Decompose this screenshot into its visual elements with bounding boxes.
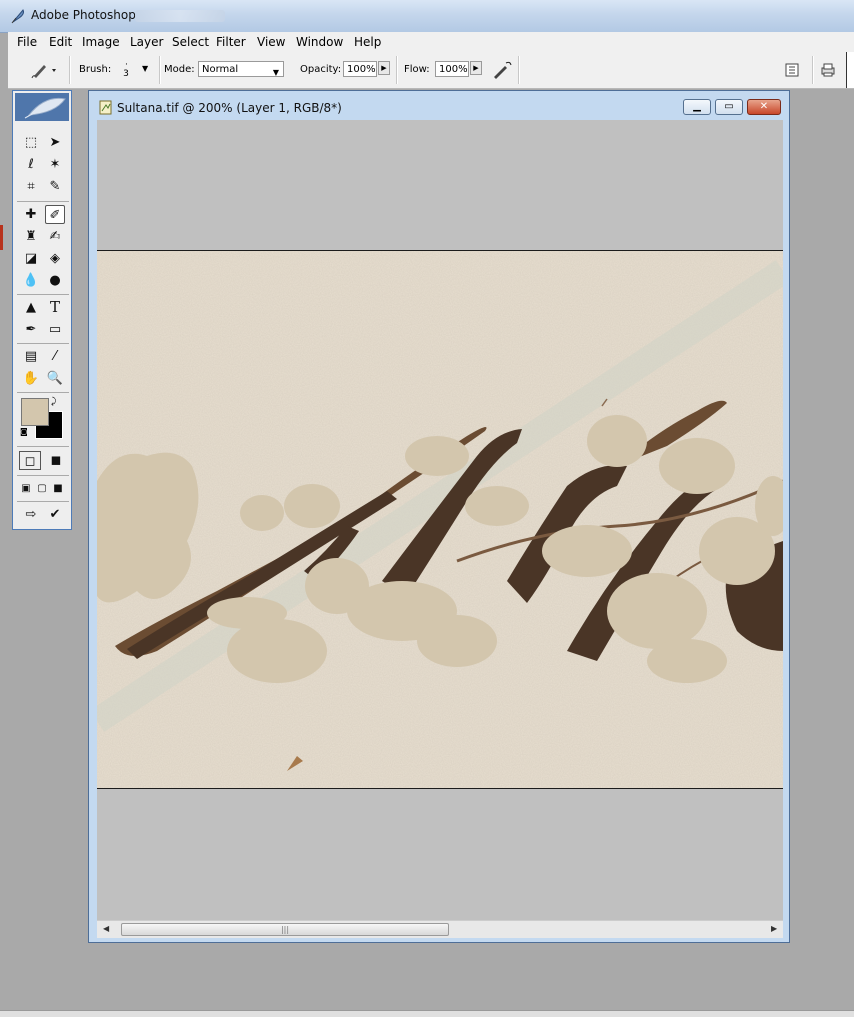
menu-bar: File Edit Image Layer Select Filter View… [8, 32, 854, 53]
screen-mode-full-menu-icon[interactable]: ▢ [35, 479, 49, 498]
app-title: Adobe Photoshop [31, 8, 136, 22]
close-button[interactable]: ✕ [747, 99, 781, 115]
lasso-tool-icon[interactable]: ℓ [21, 155, 41, 174]
palette-well-icon[interactable] [784, 62, 800, 78]
marquee-tool-icon[interactable]: ⬚ [21, 133, 41, 152]
redacted-text [135, 10, 225, 22]
photoshop-feather-icon [11, 9, 24, 24]
menu-filter[interactable]: Filter [216, 35, 246, 49]
canvas-area[interactable] [97, 120, 783, 920]
hand-tool-icon[interactable]: ✋ [21, 369, 41, 388]
horizontal-scrollbar[interactable]: ◀ ||| ▶ [97, 920, 783, 938]
menu-help[interactable]: Help [354, 35, 381, 49]
document-file-icon [99, 100, 112, 115]
shape-tool-icon[interactable]: ▭ [45, 320, 65, 339]
move-tool-icon[interactable]: ➤ [45, 133, 65, 152]
brush-tool-icon[interactable]: ✐ [45, 205, 65, 224]
flow-slider-button[interactable]: ▶ [470, 61, 482, 75]
separator [17, 475, 69, 476]
opacity-label: Opacity: [300, 64, 342, 75]
tools-header [15, 93, 69, 121]
menu-file[interactable]: File [17, 35, 37, 49]
menu-view[interactable]: View [257, 35, 285, 49]
minimize-button[interactable]: ▁ [683, 99, 711, 115]
separator [159, 56, 161, 84]
notes-tool-icon[interactable]: ▤ [21, 347, 41, 366]
mode-value: Normal [202, 64, 239, 75]
options-bar: Brush: · 3 ▼ Mode: Normal ▼ Opacity: 100… [8, 52, 854, 89]
print-icon[interactable] [820, 62, 836, 78]
scroll-right-icon[interactable]: ▶ [771, 924, 777, 933]
opacity-field[interactable]: 100% [343, 61, 377, 77]
separator [17, 392, 69, 393]
flow-field[interactable]: 100% [435, 61, 469, 77]
dodge-tool-icon[interactable]: ● [45, 271, 65, 290]
separator [812, 56, 814, 84]
brush-preset-icon[interactable] [28, 60, 58, 80]
default-colors-icon[interactable]: ◙ [20, 427, 28, 436]
document-title: Sultana.tif @ 200% (Layer 1, RGB/8*) [117, 101, 342, 115]
brush-label: Brush: [79, 64, 112, 75]
document-image[interactable] [97, 250, 783, 789]
brush-picker[interactable]: · 3 ▼ [118, 58, 154, 82]
swap-colors-icon[interactable]: ⤸ [51, 397, 56, 407]
tools-panel: ⬚ ➤ ℓ ✶ ⌗ ✎ ✚ ✐ ♜ ✍ ◪ ◈ 💧 ● ▲ T ✒ ▭ ▤ ⁄ … [12, 90, 72, 530]
panel-edge [846, 52, 854, 88]
zoom-tool-icon[interactable]: 🔍 [45, 369, 65, 388]
history-brush-tool-icon[interactable]: ✍ [45, 227, 65, 246]
screen-mode-standard-icon[interactable]: ▣ [19, 479, 33, 498]
screen-mode-full-icon[interactable]: ■ [51, 479, 65, 498]
crop-tool-icon[interactable]: ⌗ [21, 177, 41, 196]
quick-mask-mode-icon[interactable]: ◼ [45, 451, 67, 470]
separator [69, 56, 71, 84]
opacity-slider-button[interactable]: ▶ [378, 61, 390, 75]
scrollbar-thumb[interactable]: ||| [121, 923, 449, 936]
separator [518, 56, 520, 84]
mode-select[interactable]: Normal ▼ [198, 61, 284, 77]
eyedropper-tool-icon[interactable]: ⁄ [45, 347, 65, 366]
separator [396, 56, 398, 84]
airbrush-icon[interactable] [491, 60, 513, 80]
pen-tool-icon[interactable]: ✒ [21, 320, 41, 339]
brush-size: 3 [123, 69, 129, 79]
separator [17, 343, 69, 344]
healing-brush-tool-icon[interactable]: ✚ [21, 205, 41, 224]
type-tool-icon[interactable]: T [45, 298, 65, 317]
menu-select[interactable]: Select [172, 35, 209, 49]
edit-in-imageready-icon[interactable]: ✔ [45, 505, 65, 524]
paint-bucket-tool-icon[interactable]: ◈ [45, 249, 65, 268]
jump-to-imageready-icon[interactable]: ⇨ [21, 505, 41, 524]
opacity-value: 100% [347, 64, 376, 75]
magic-wand-tool-icon[interactable]: ✶ [45, 155, 65, 174]
standard-mode-icon[interactable]: ◻ [19, 451, 41, 470]
menu-window[interactable]: Window [296, 35, 343, 49]
sidebar-strip [0, 225, 3, 250]
menu-image[interactable]: Image [82, 35, 120, 49]
maximize-button[interactable]: ▭ [715, 99, 743, 115]
path-selection-tool-icon[interactable]: ▲ [21, 298, 41, 317]
separator [17, 501, 69, 502]
feather-logo-icon [24, 97, 66, 119]
document-window: Sultana.tif @ 200% (Layer 1, RGB/8*) ▁ ▭… [88, 90, 790, 943]
clone-stamp-tool-icon[interactable]: ♜ [21, 227, 41, 246]
menu-layer[interactable]: Layer [130, 35, 163, 49]
mode-label: Mode: [164, 64, 195, 75]
title-bar: Adobe Photoshop [0, 0, 854, 33]
eraser-tool-icon[interactable]: ◪ [21, 249, 41, 268]
separator [17, 446, 69, 447]
blur-tool-icon[interactable]: 💧 [21, 271, 41, 290]
chevron-down-icon: ▼ [142, 64, 149, 73]
slice-tool-icon[interactable]: ✎ [45, 177, 65, 196]
flow-label: Flow: [404, 64, 430, 75]
scroll-left-icon[interactable]: ◀ [103, 924, 109, 933]
separator [17, 294, 69, 295]
separator [17, 201, 69, 202]
flow-value: 100% [439, 64, 468, 75]
menu-edit[interactable]: Edit [49, 35, 72, 49]
foreground-color-swatch[interactable] [21, 398, 49, 426]
chevron-down-icon: ▼ [272, 68, 279, 77]
